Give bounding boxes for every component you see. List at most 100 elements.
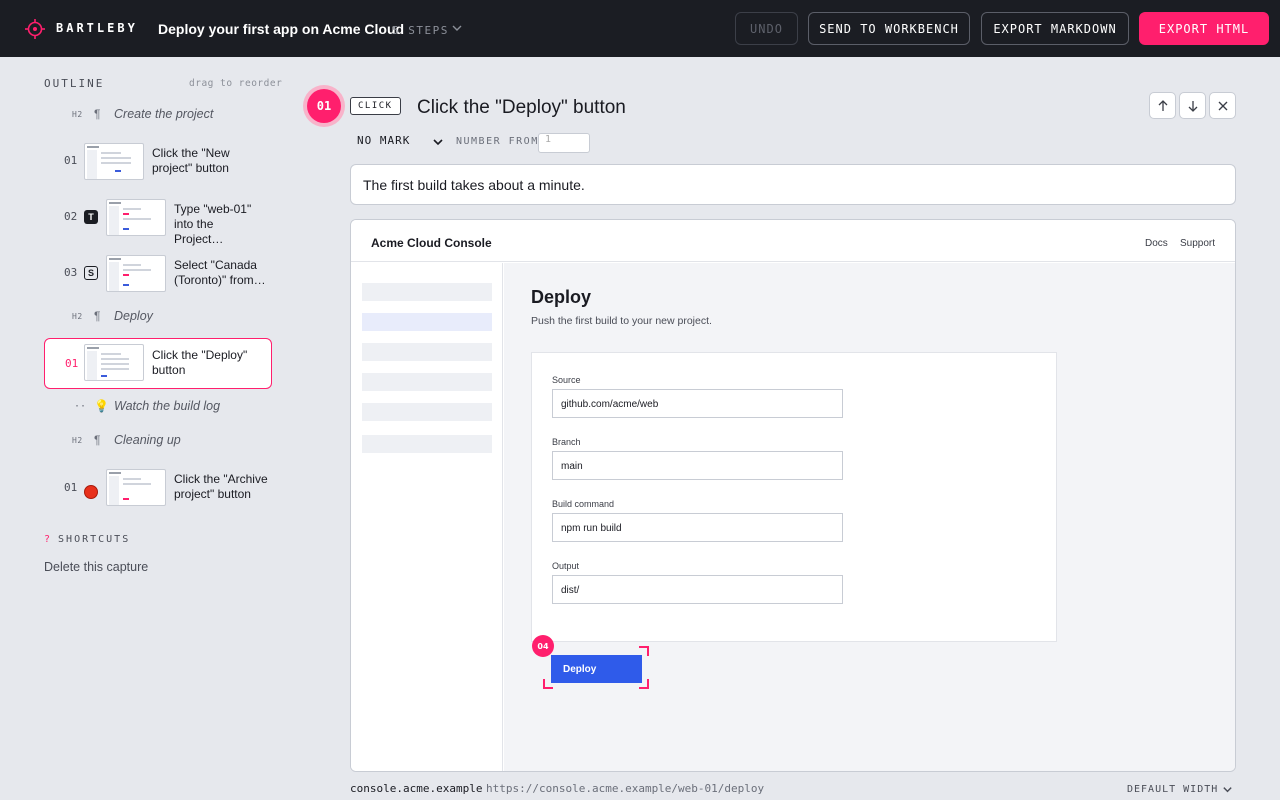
screenshot-subheading: Push the first build to your new project…	[531, 315, 712, 327]
note-marker: ··	[74, 401, 87, 412]
outline-section-heading[interactable]: H2 ¶ Deploy	[44, 308, 272, 328]
outline-step-active[interactable]: 01 Click the "Deploy" button	[44, 338, 272, 389]
field-label: Build command	[552, 499, 615, 509]
screenshot-heading: Deploy	[531, 287, 592, 307]
send-to-workbench-button[interactable]: SEND TO WORKBENCH	[808, 12, 970, 45]
page-url: https://console.acme.example/web-01/depl…	[486, 782, 765, 795]
export-html-button[interactable]: EXPORT HTML	[1139, 12, 1269, 45]
steps-count[interactable]: 5 STEPS	[392, 24, 449, 37]
number-from-input[interactable]: 1	[538, 133, 590, 153]
delete-capture-link[interactable]: Delete this capture	[44, 560, 148, 574]
question-icon: ?	[44, 534, 53, 545]
arrow-down-icon	[1188, 100, 1197, 112]
sidebar-placeholder	[362, 435, 492, 453]
width-select[interactable]: DEFAULT WIDTH	[1127, 784, 1218, 795]
console-brand: Acme Cloud Console	[371, 236, 492, 250]
outline-section-heading[interactable]: H2 ¶ Cleaning up	[44, 432, 272, 452]
field-label: Branch	[552, 437, 581, 447]
step-label: Click the "New project" button	[152, 146, 230, 175]
screenshot-header: Acme Cloud Console Docs Support	[351, 220, 1235, 262]
h2-tag: H2	[72, 312, 83, 321]
outline-step[interactable]: 01 Click the "Archive project" button	[44, 464, 272, 512]
chevron-down-icon[interactable]	[432, 136, 444, 148]
pilcrow-icon: ¶	[94, 309, 101, 323]
number-from-label: NUMBER FROM	[456, 136, 539, 147]
export-markdown-button[interactable]: EXPORT MARKDOWN	[981, 12, 1129, 45]
step-number: 02	[64, 210, 78, 223]
sidebar-placeholder	[362, 343, 492, 361]
support-link: Support	[1180, 238, 1216, 249]
screenshot-sidebar	[351, 263, 503, 771]
section-label: Cleaning up	[114, 433, 181, 447]
outline-note[interactable]: ·· 💡 Watch the build log	[44, 398, 272, 418]
step-screenshot[interactable]: Acme Cloud Console Docs Support Deploy P…	[350, 219, 1236, 772]
field-value: main	[552, 451, 843, 480]
top-bar: BARTLEBY Deploy your first app on Acme C…	[0, 0, 1280, 57]
step-title[interactable]: Click the "Deploy" button	[417, 97, 626, 119]
outline-step[interactable]: 02 T Type "web-01" into the Project…	[44, 194, 272, 246]
mark-select[interactable]: NO MARK	[357, 134, 410, 147]
outline-section-heading[interactable]: H2 ¶ Create the project	[44, 106, 272, 126]
action-type-tag[interactable]: CLICK	[350, 97, 401, 115]
step-thumbnail	[84, 143, 144, 180]
sidebar-placeholder	[362, 313, 492, 331]
step-note-field[interactable]: The first build takes about a minute.	[350, 164, 1236, 205]
document-title[interactable]: Deploy your first app on Acme Cloud	[158, 21, 404, 37]
pilcrow-icon: ¶	[94, 433, 101, 447]
step-thumbnail	[84, 344, 144, 381]
step-thumbnail	[106, 469, 166, 506]
step-thumbnail	[106, 199, 166, 236]
step-label: Select "Canada (Toronto)" from…	[174, 258, 266, 287]
outline-step[interactable]: 01 Click the "New project" button	[44, 138, 272, 186]
arrow-up-icon	[1158, 99, 1167, 111]
step-label: Click the "Deploy" button	[152, 348, 248, 377]
step-number-badge: 01	[307, 89, 341, 123]
sidebar-placeholder	[362, 403, 492, 421]
target-icon	[25, 19, 45, 39]
move-up-button[interactable]	[1149, 92, 1176, 119]
select-action-icon: S	[84, 266, 98, 280]
step-number: 01	[65, 357, 79, 370]
field-value: dist/	[552, 575, 843, 604]
step-number: 01	[64, 154, 78, 167]
page-domain: console.acme.example	[350, 782, 483, 795]
step-number: 03	[64, 266, 78, 279]
drag-hint: drag to reorder	[189, 78, 283, 89]
red-record-icon	[84, 485, 98, 499]
type-action-icon: T	[84, 210, 98, 224]
brand-name: BARTLEBY	[56, 21, 138, 35]
pilcrow-icon: ¶	[94, 107, 101, 121]
section-label: Create the project	[114, 107, 214, 121]
highlight-corner	[639, 646, 649, 656]
shortcuts-label: SHORTCUTS	[58, 534, 131, 545]
click-marker[interactable]: 04	[532, 635, 554, 657]
deploy-form: Source github.com/acme/web Branch main B…	[531, 352, 1057, 642]
field-value: npm run build	[552, 513, 843, 542]
field-label: Source	[552, 375, 581, 385]
close-icon	[1218, 101, 1227, 110]
delete-step-button[interactable]	[1209, 92, 1236, 119]
screenshot-deploy-button: Deploy	[551, 655, 642, 683]
shortcuts-toggle[interactable]: ? SHORTCUTS	[44, 534, 130, 545]
step-label: Click the "Archive project" button	[174, 472, 268, 501]
screenshot-main: Deploy Push the first build to your new …	[504, 263, 1235, 771]
h2-tag: H2	[72, 110, 83, 119]
chevron-down-icon[interactable]	[451, 22, 463, 34]
step-label: Type "web-01" into the Project…	[174, 202, 252, 246]
move-down-button[interactable]	[1179, 92, 1206, 119]
outline-heading: OUTLINE	[44, 77, 105, 90]
undo-button[interactable]: UNDO	[735, 12, 798, 45]
outline-step[interactable]: 03 S Select "Canada (Toronto)" from…	[44, 250, 272, 298]
lightbulb-icon: 💡	[94, 399, 109, 413]
note-label: Watch the build log	[114, 399, 221, 413]
highlight-corner	[543, 679, 553, 689]
h2-tag: H2	[72, 436, 83, 445]
field-label: Output	[552, 561, 580, 571]
chevron-down-icon[interactable]	[1222, 784, 1233, 795]
step-number: 01	[64, 481, 78, 494]
sidebar-placeholder	[362, 373, 492, 391]
sidebar-placeholder	[362, 283, 492, 301]
highlight-corner	[639, 679, 649, 689]
step-thumbnail	[106, 255, 166, 292]
docs-link: Docs	[1145, 238, 1168, 249]
